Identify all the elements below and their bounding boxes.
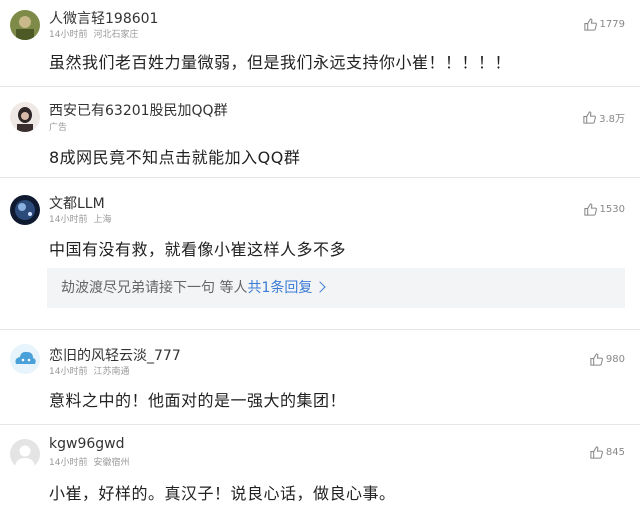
- ad-label: 广告: [49, 123, 68, 133]
- comment-text: 小崔，好样的。真汉子！说良心话，做良心事。: [49, 484, 396, 503]
- like-button[interactable]: 1779: [583, 17, 625, 32]
- like-button[interactable]: 980: [589, 352, 625, 367]
- like-button[interactable]: 1530: [583, 202, 625, 217]
- thumbs-up-icon: [583, 203, 597, 216]
- timestamp: 14小时前: [49, 215, 88, 225]
- like-count: 980: [605, 354, 625, 365]
- location: 江苏南通: [93, 367, 130, 377]
- comment-meta: 14小时前 上海: [49, 212, 117, 225]
- comment-meta: 14小时前 安徽宿州: [49, 455, 135, 468]
- like-button[interactable]: 845: [589, 445, 625, 460]
- username[interactable]: 西安已有63201股民加QQ群: [49, 100, 228, 120]
- location: 安徽宿州: [93, 458, 130, 468]
- avatar[interactable]: [10, 344, 40, 374]
- thumbs-up-icon: [590, 446, 603, 459]
- username[interactable]: 人微言轻198601: [49, 8, 158, 28]
- chevron-right-icon: [314, 281, 327, 293]
- comment-text: 意料之中的！他面对的是一强大的集团！: [49, 391, 347, 410]
- username[interactable]: 恋旧的风轻云淡_777: [49, 345, 181, 365]
- timestamp: 14小时前: [49, 458, 88, 468]
- thumbs-up-icon: [583, 111, 597, 124]
- comment-item: 恋旧的风轻云淡_777 14小时前 江苏南通 980 意料之中的！他面对的是一强大…: [0, 330, 640, 424]
- avatar[interactable]: [10, 102, 40, 132]
- like-count: 3.8万: [599, 114, 625, 125]
- view-replies-link[interactable]: 共1条回复: [247, 280, 312, 296]
- avatar[interactable]: [10, 195, 40, 225]
- reply-preview[interactable]: 劫波渡尽兄弟请接下一句 等人共1条回复: [47, 268, 625, 308]
- location: 河北石家庄: [93, 30, 139, 40]
- like-button[interactable]: 3.8万: [582, 110, 625, 125]
- comment-item: 人微言轻198601 14小时前 河北石家庄 1779 虽然我们老百姓力量微弱，但…: [0, 0, 640, 86]
- comment-text: 中国有没有救，就看像小崔这样人多不多: [49, 240, 347, 259]
- username[interactable]: kgw96gwd: [49, 436, 124, 452]
- like-count: 1779: [599, 19, 625, 30]
- thumbs-up-icon: [583, 18, 597, 31]
- comment-item: 文都LLM 14小时前 上海 1530 中国有没有救，就看像小崔这样人多不多 劫波…: [0, 178, 640, 328]
- timestamp: 14小时前: [49, 367, 88, 377]
- location: 上海: [93, 215, 112, 225]
- comment-meta: 广告: [49, 120, 73, 133]
- comment-text: 虽然我们老百姓力量微弱，但是我们永远支持你小崔！！！！！: [49, 53, 512, 72]
- like-count: 845: [605, 447, 625, 458]
- avatar[interactable]: [10, 439, 40, 469]
- username[interactable]: 文都LLM: [49, 193, 105, 213]
- like-count: 1530: [599, 204, 625, 215]
- comment-item: 西安已有63201股民加QQ群 广告 3.8万 8成网民竟不知点击就能加入QQ群: [0, 87, 640, 174]
- comment-item: kgw96gwd 14小时前 安徽宿州 845 小崔，好样的。真汉子！说良心话，做…: [0, 425, 640, 512]
- timestamp: 14小时前: [49, 30, 88, 40]
- comment-meta: 14小时前 江苏南通: [49, 364, 135, 377]
- avatar[interactable]: [10, 10, 40, 40]
- reply-snippet: 劫波渡尽兄弟请接下一句 等人: [61, 280, 248, 296]
- comment-text[interactable]: 8成网民竟不知点击就能加入QQ群: [49, 144, 300, 168]
- comment-meta: 14小时前 河北石家庄: [49, 27, 144, 40]
- thumbs-up-icon: [590, 353, 603, 366]
